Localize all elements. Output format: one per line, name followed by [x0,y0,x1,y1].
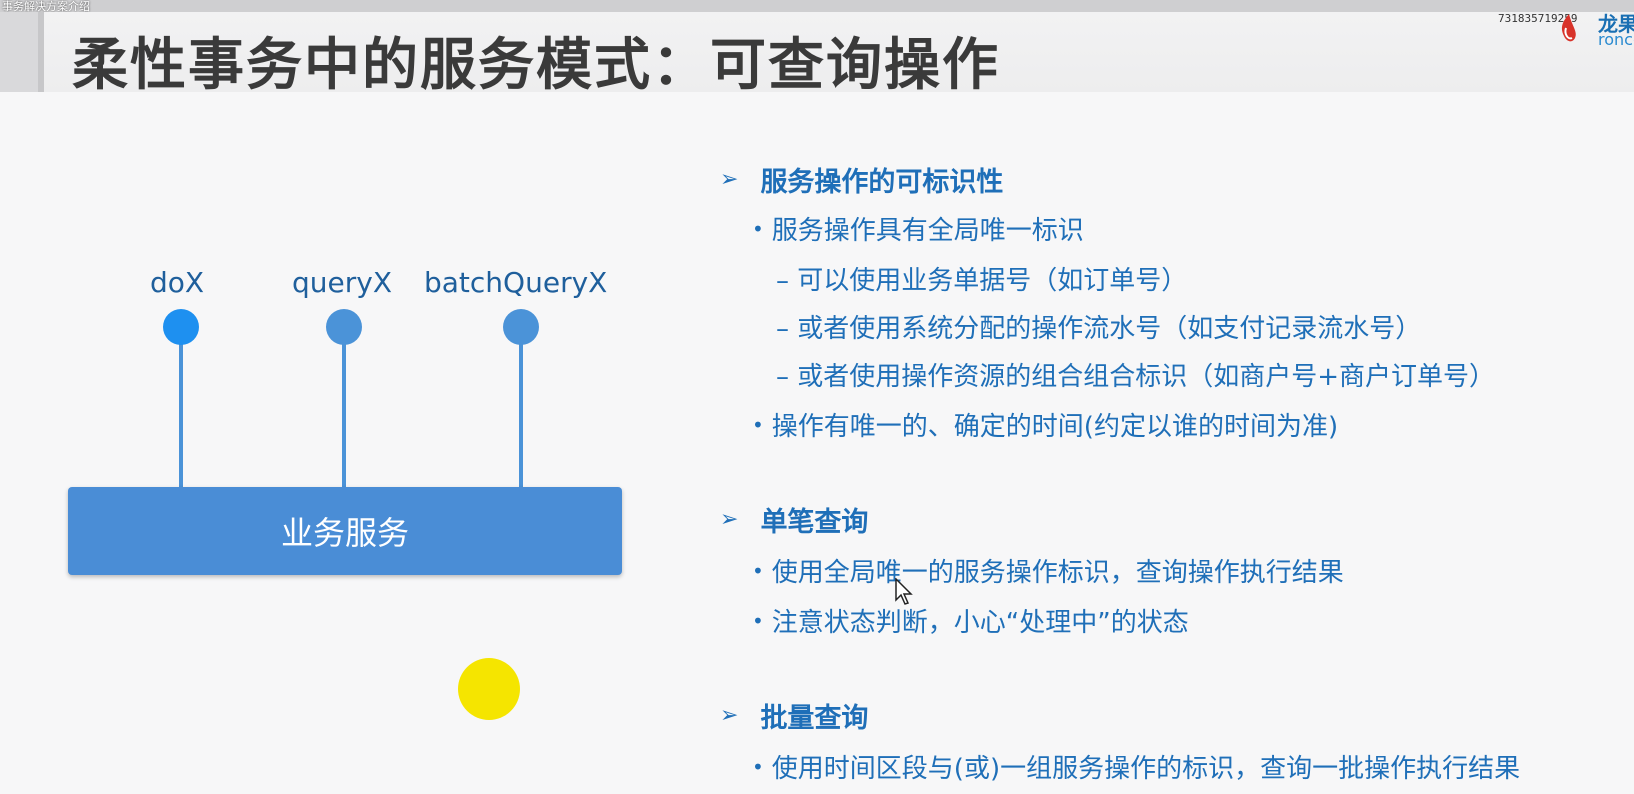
section-identifiability: ➢ 服务操作的可标识性 [720,160,1003,199]
section-heading-text: 单笔查询 [760,507,869,538]
logo-flame-icon [1561,14,1576,42]
operation-stem-dox [179,336,183,488]
pointer-highlight-dot [458,658,520,720]
operation-node-batchqueryx [503,309,539,345]
list-item: – 或者使用操作资源的组合组合标识（如商户号+商户订单号） [776,362,1496,392]
section-heading-text: 服务操作的可标识性 [760,167,1004,198]
brand-logo: 龙果 ronco [1560,8,1634,49]
slide-title: 柔性事务中的服务模式：可查询操作 [72,33,1000,98]
bullet-dot-icon: • [752,755,764,779]
operation-node-dox [163,309,199,345]
logo-brand-en: ronco [1598,30,1634,49]
header-accent-block [0,12,44,92]
arrow-bullet-icon: ➢ [720,167,739,192]
list-item: – 可以使用业务单据号（如订单号） [776,266,1188,296]
section-heading: ➢ 批量查询 [720,696,868,735]
operation-label-dox: doX [150,266,205,299]
list-item: • 使用全局唯一的服务操作标识，查询操作执行结果 [752,558,1344,588]
section-heading-text: 批量查询 [760,703,869,734]
list-item: • 操作有唯一的、确定的时间(约定以谁的时间为准) [752,412,1339,442]
operation-stem-queryx [342,336,346,488]
section-batch-query: ➢ 批量查询 [720,696,868,735]
bullet-dot-icon: • [752,609,764,633]
list-item: • 注意状态判断，小心“处理中”的状态 [752,608,1189,638]
bullet-dot-icon: • [752,413,764,437]
operation-label-batchqueryx: batchQueryX [424,266,608,299]
list-item: • 服务操作具有全局唯一标识 [752,216,1084,246]
operation-stem-batchqueryx [519,336,523,488]
list-item: • 使用时间区段与(或)一组服务操作的标识，查询一批操作执行结果 [752,754,1521,784]
bullet-dot-icon: • [752,559,764,583]
business-service-box: 业务服务 [68,487,622,575]
mouse-cursor-icon [895,578,913,605]
arrow-bullet-icon: ➢ [720,703,739,728]
operation-node-queryx [326,309,362,345]
section-heading: ➢ 单笔查询 [720,500,868,539]
list-item: – 或者使用系统分配的操作流水号（如支付记录流水号） [776,314,1422,344]
window-title-bar: 事务解决方案介绍 [0,0,1634,13]
section-heading: ➢ 服务操作的可标识性 [720,160,1003,199]
bullet-dot-icon: • [752,217,764,241]
operation-label-queryx: queryX [292,266,393,299]
section-single-query: ➢ 单笔查询 [720,500,868,539]
arrow-bullet-icon: ➢ [720,507,739,532]
